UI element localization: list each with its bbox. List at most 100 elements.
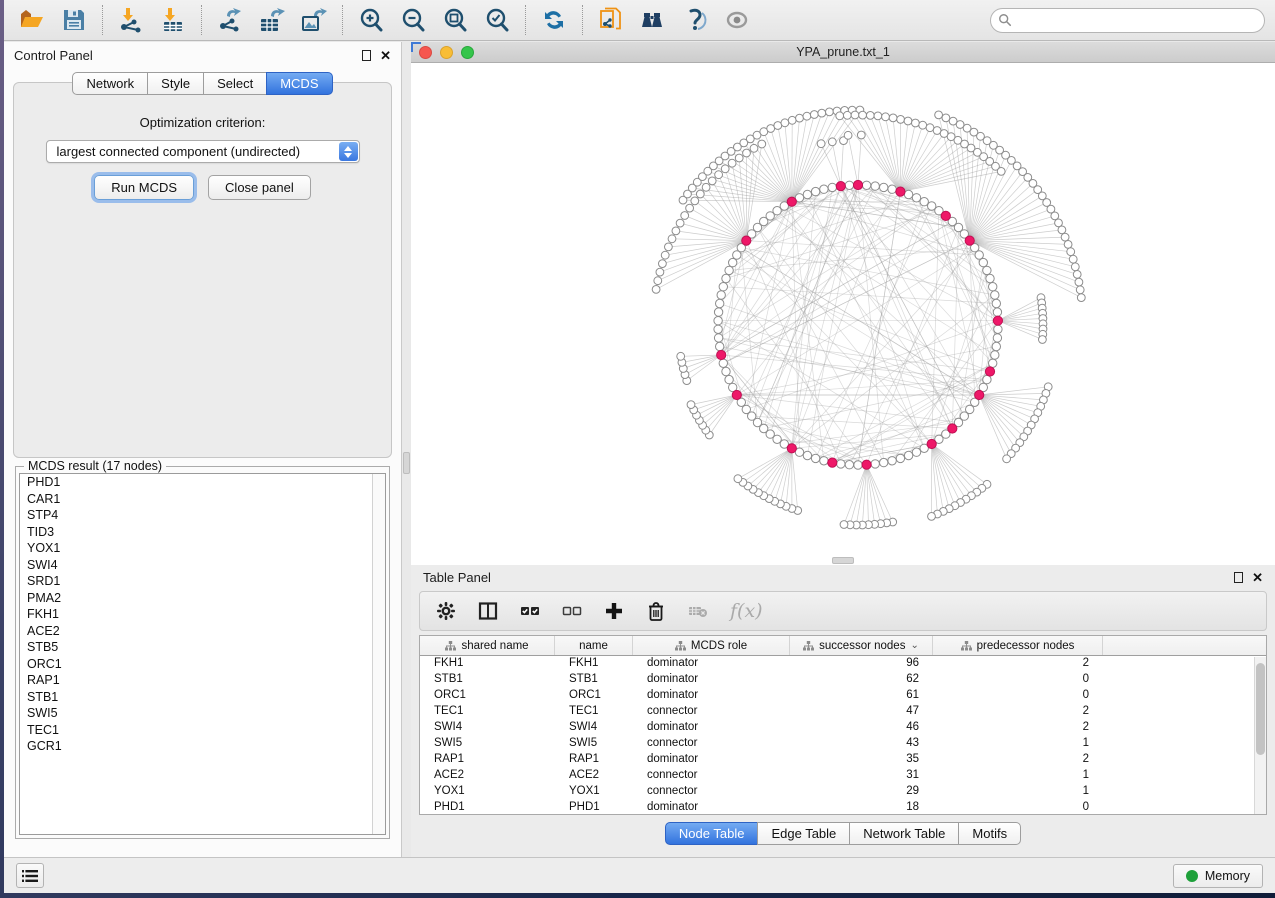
table-row[interactable]: SWI5SWI5connector431 (420, 736, 1266, 752)
network-canvas[interactable] (411, 63, 1275, 565)
column-namespace-icon (675, 641, 686, 651)
tab-mcds[interactable]: MCDS (266, 72, 332, 95)
tab-network[interactable]: Network (72, 72, 148, 95)
mcds-result-item[interactable]: STB1 (20, 689, 385, 706)
split-panel-icon (478, 601, 498, 621)
mcds-result-item[interactable]: PHD1 (20, 474, 385, 491)
tab-motifs[interactable]: Motifs (958, 822, 1021, 845)
mcds-result-item[interactable]: PMA2 (20, 590, 385, 607)
table-cell: STB1 (555, 672, 633, 688)
zoom-fit-button[interactable] (439, 4, 471, 36)
table-row[interactable]: FKH1FKH1dominator962 (420, 656, 1266, 672)
table-row[interactable]: RAP1RAP1dominator352 (420, 752, 1266, 768)
table-options-button[interactable] (436, 601, 456, 621)
deselect-all-icon (562, 601, 582, 621)
deselect-all-rows-button[interactable] (562, 601, 582, 621)
mcds-result-list[interactable]: PHD1CAR1STP4TID3YOX1SWI4SRD1PMA2FKH1ACE2… (19, 473, 386, 835)
tab-select[interactable]: Select (203, 72, 267, 95)
close-panel-icon[interactable]: ✕ (380, 49, 391, 62)
mcds-result-item[interactable]: SWI5 (20, 705, 385, 722)
trash-icon (646, 601, 666, 621)
save-session-button[interactable] (58, 4, 90, 36)
refresh-button[interactable] (538, 4, 570, 36)
column-header-successor-nodes[interactable]: successor nodes⌄ (790, 636, 933, 655)
tab-edge-table[interactable]: Edge Table (757, 822, 850, 845)
import-network-button[interactable] (115, 4, 147, 36)
minimize-window-icon[interactable] (440, 46, 453, 59)
table-scrollbar-thumb[interactable] (1256, 663, 1265, 755)
mcds-list-scrollbar[interactable] (372, 474, 385, 834)
column-header-predecessor-nodes[interactable]: predecessor nodes (933, 636, 1103, 655)
search-input[interactable] (990, 8, 1265, 33)
zoom-selected-button[interactable] (481, 4, 513, 36)
table-row[interactable]: ACE2ACE2connector311 (420, 768, 1266, 784)
table-cell: PHD1 (420, 800, 555, 815)
mcds-result-item[interactable]: RAP1 (20, 672, 385, 689)
delete-table-button[interactable] (688, 601, 708, 621)
function-builder-button[interactable]: f(x) (730, 600, 763, 622)
zoom-in-button[interactable] (355, 4, 387, 36)
table-cell: 0 (933, 672, 1103, 688)
mcds-result-item[interactable]: SWI4 (20, 557, 385, 574)
dropdown-stepper-icon (339, 142, 358, 161)
float-panel-icon[interactable] (362, 50, 371, 61)
table-scrollbar[interactable] (1254, 657, 1266, 814)
run-mcds-button[interactable]: Run MCDS (94, 175, 194, 200)
table-row[interactable]: STB1STB1dominator620 (420, 672, 1266, 688)
mcds-result-item[interactable]: ACE2 (20, 623, 385, 640)
tab-style[interactable]: Style (147, 72, 204, 95)
import-table-button[interactable] (157, 4, 189, 36)
mcds-result-item[interactable]: STB5 (20, 639, 385, 656)
optimization-criterion-select[interactable]: largest connected component (undirected) (46, 140, 360, 163)
export-image-button[interactable] (298, 4, 330, 36)
mcds-result-item[interactable]: FKH1 (20, 606, 385, 623)
vertical-splitter-handle[interactable] (403, 452, 410, 474)
column-header-MCDS-role[interactable]: MCDS role (633, 636, 790, 655)
mcds-result-item[interactable]: ORC1 (20, 656, 385, 673)
new-network-from-selection-button[interactable] (595, 4, 627, 36)
close-table-panel-icon[interactable]: ✕ (1252, 571, 1263, 584)
mcds-tab-content: Optimization criterion: largest connecte… (13, 82, 392, 458)
table-row[interactable]: YOX1YOX1connector291 (420, 784, 1266, 800)
show-all-button[interactable] (721, 4, 753, 36)
table-row[interactable]: SWI4SWI4dominator462 (420, 720, 1266, 736)
table-cell: TEC1 (420, 704, 555, 720)
delete-column-button[interactable] (646, 601, 666, 621)
mcds-result-item[interactable]: SRD1 (20, 573, 385, 590)
horizontal-splitter-handle[interactable] (832, 557, 854, 564)
table-cell: 43 (790, 736, 933, 752)
mcds-result-item[interactable]: YOX1 (20, 540, 385, 557)
table-cell: 0 (933, 688, 1103, 704)
mcds-result-item[interactable]: STP4 (20, 507, 385, 524)
mcds-result-item[interactable]: GCR1 (20, 738, 385, 755)
zoom-out-button[interactable] (397, 4, 429, 36)
tab-network-table[interactable]: Network Table (849, 822, 959, 845)
float-table-panel-icon[interactable] (1234, 572, 1243, 583)
column-label: MCDS role (691, 640, 747, 652)
show-panel-menu-button[interactable] (16, 863, 44, 888)
export-table-button[interactable] (256, 4, 288, 36)
maximize-window-icon[interactable] (461, 46, 474, 59)
close-panel-button[interactable]: Close panel (208, 175, 311, 200)
select-all-rows-button[interactable] (520, 601, 540, 621)
column-header-name[interactable]: name (555, 636, 633, 655)
active-window-corner (411, 42, 421, 52)
export-network-button[interactable] (214, 4, 246, 36)
open-session-button[interactable] (16, 4, 48, 36)
memory-button[interactable]: Memory (1173, 864, 1263, 888)
table-cell: 2 (933, 704, 1103, 720)
tab-node-table[interactable]: Node Table (665, 822, 759, 845)
mcds-result-item[interactable]: TID3 (20, 524, 385, 541)
first-neighbors-button[interactable] (637, 4, 669, 36)
select-all-icon (520, 601, 540, 621)
hide-selected-button[interactable] (679, 4, 711, 36)
table-cell: 18 (790, 800, 933, 815)
table-row[interactable]: ORC1ORC1dominator610 (420, 688, 1266, 704)
split-panel-button[interactable] (478, 601, 498, 621)
add-column-button[interactable] (604, 601, 624, 621)
table-row[interactable]: PHD1PHD1dominator180 (420, 800, 1266, 815)
mcds-result-item[interactable]: TEC1 (20, 722, 385, 739)
mcds-result-item[interactable]: CAR1 (20, 491, 385, 508)
column-header-shared-name[interactable]: shared name (420, 636, 555, 655)
table-row[interactable]: TEC1TEC1connector472 (420, 704, 1266, 720)
